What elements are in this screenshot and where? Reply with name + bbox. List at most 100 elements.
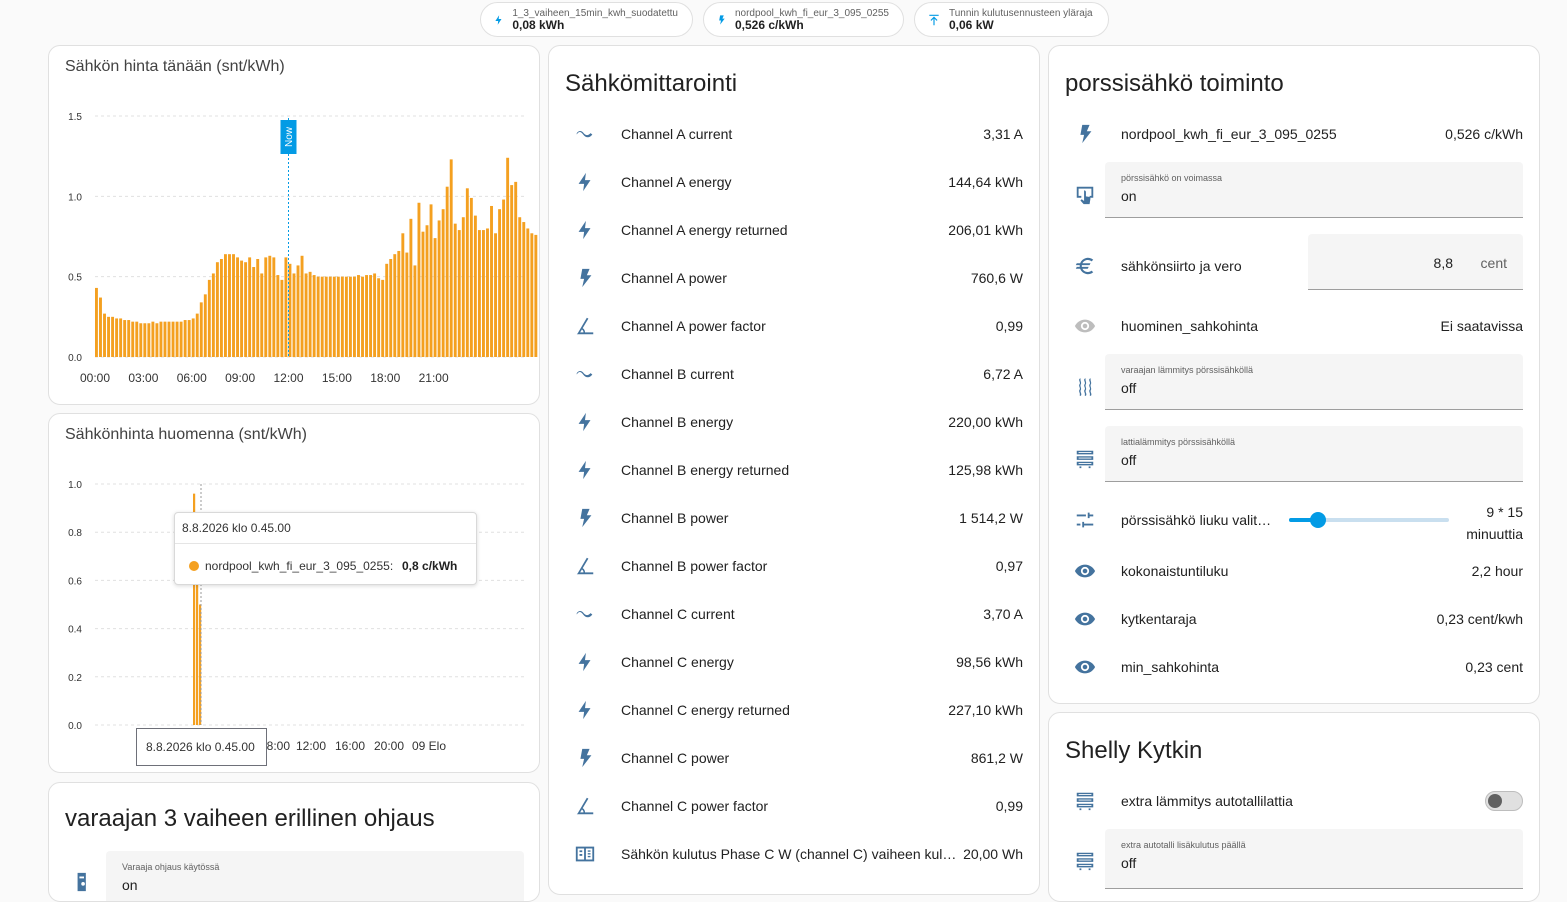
porssi-card: porssisähkö toiminto nordpool_kwh_fi_eur… [1048,45,1540,704]
entity-row-huominen[interactable]: huominen_sahkohinta Ei saatavissa [1049,302,1539,350]
price-bar [417,202,421,357]
euro-icon [1074,255,1096,277]
entity-row-kokonais[interactable]: kokonaistuntiluku 2,2 hour [1049,547,1539,595]
price-bar [409,218,413,357]
metering-row[interactable]: Channel A power 760,6 W [549,254,1039,302]
price-bar [328,276,332,357]
metering-row[interactable]: Channel C power 861,2 W [549,734,1039,782]
chip-name: 1_3_vaiheen_15min_kwh_suodatettu [512,7,678,19]
price-bar [304,273,308,357]
entity-name: pörssisähkö liuku valitsin [1121,512,1273,528]
price-bar [151,321,155,357]
chip-tunnin-kulutus[interactable]: Tunnin kulutusennusteen yläraja 0,06 kW [914,2,1109,37]
chart-today-card: Sähkön hinta tänään (snt/kWh) 0.0 0.5 1.0 1… [48,45,540,405]
varaaja-ohjaus-select[interactable]: Varaaja ohjaus käytössä on [106,851,524,901]
varaaja-card: varaajan 3 vaiheen erillinen ohjaus Vara… [48,782,540,902]
price-bar [506,157,510,357]
price-bar [195,313,199,357]
metering-row[interactable]: Sähkön kulutus Phase C W (channel C) vai… [549,830,1039,878]
metering-row-name: Channel B power factor [621,558,768,574]
metering-row-name: Channel A power [621,270,727,286]
metering-row-value: 760,6 W [970,270,1023,286]
price-bar [332,276,336,357]
entity-row-extra-lammitys[interactable]: extra lämmitys autotallilattia [1049,777,1539,825]
price-bar [280,279,284,357]
chart-today[interactable]: 0.0 0.5 1.0 1.5 00:00 03:00 06:00 09:00 12:00 15:… [49,46,540,405]
metering-row-name: Channel B power [621,510,729,526]
shelly-card: Shelly Kytkin extra lämmitys autotallila… [1048,712,1540,902]
entity-value: Ei saatavissa [1440,318,1523,334]
metering-row-value: 20,00 Wh [963,846,1023,862]
metering-row-name: Channel A current [621,126,733,142]
metering-row-value: 3,70 A [983,606,1023,622]
price-bar [405,252,409,357]
now-label: Now [284,126,295,147]
price-bar [461,217,465,357]
metering-row[interactable]: Channel B energy returned 125,98 kWh [549,446,1039,494]
price-bar [232,254,235,357]
price-bar [385,263,389,357]
metering-row[interactable]: Channel C energy returned 227,10 kWh [549,686,1039,734]
price-bar [167,321,171,357]
axis-pointer-text: 8.8.2026 klo 0.45.00 [146,740,255,754]
tooltip-title: 8.8.2026 klo 0.45.00 [182,521,291,535]
price-bar [482,230,485,357]
metering-row-name: Channel C power [621,750,730,766]
metering-row[interactable]: Channel A power factor 0,99 [549,302,1039,350]
varaaja-lammitys-select[interactable]: varaajan lämmitys pörssisähköllä off [1105,354,1523,410]
power-icon [574,747,596,769]
chart-tomorrow[interactable]: 0.00.20.40.60.81.008:00 12:00 16:00 20:00 09… [49,414,540,773]
metering-row[interactable]: Channel A current 3,31 A [549,110,1039,158]
y-tick-label: 0.8 [68,528,82,539]
porssi-voimassa-select[interactable]: pörssisähkö on voimassa on [1105,162,1523,218]
metering-row[interactable]: Channel B power 1 514,2 W [549,494,1039,542]
metering-row-name: Channel B current [621,366,734,382]
price-bar [135,321,139,357]
varaaja-title: varaajan 3 vaiheen erillinen ohjaus [65,805,435,832]
price-bar [99,297,102,357]
porssi-title: porssisähkö toiminto [1065,70,1284,97]
metering-row[interactable]: Channel C current 3,70 A [549,590,1039,638]
lisakulutus-select[interactable]: extra autotalli lisäkulutus päällä off [1105,829,1523,889]
metering-row[interactable]: Channel C power factor 0,99 [549,782,1039,830]
metering-row[interactable]: Channel B energy 220,00 kWh [549,398,1039,446]
metering-row[interactable]: Channel B power factor 0,97 [549,542,1039,590]
x-tick-label: 09:00 [225,371,255,385]
toggle-knob [1488,794,1502,808]
metering-row-name: Channel C current [621,606,735,622]
price-bar [292,273,296,357]
entity-row-min[interactable]: min_sahkohinta 0,23 cent [1049,643,1539,691]
liuku-slider-handle[interactable] [1309,512,1326,528]
angle-icon [574,795,596,817]
x-tick-label: 00:00 [80,371,110,385]
price-bar [215,262,219,357]
extra-lammitys-toggle[interactable] [1485,791,1523,811]
price-bar [127,320,131,357]
flash-icon [574,219,596,241]
liuku-slider-track[interactable] [1289,512,1449,528]
y-tick-label: 0.6 [68,576,82,587]
metering-row[interactable]: Channel A energy 144,64 kWh [549,158,1039,206]
price-bar [219,258,223,357]
price-bar [207,279,211,357]
chip-15min-kwh[interactable]: 1_3_vaiheen_15min_kwh_suodatettu 0,08 kWh [480,2,693,37]
metering-row[interactable]: Channel A energy returned 206,01 kWh [549,206,1039,254]
lattia-lammitys-select[interactable]: lattialämmitys pörssisähköllä off [1105,426,1523,482]
field-label: pörssisähkö on voimassa [1121,173,1223,183]
price-bar [312,275,316,357]
metering-row-name: Channel A energy [621,174,732,190]
angle-icon [574,315,596,337]
angle-icon [574,555,596,577]
entity-row-nordpool[interactable]: nordpool_kwh_fi_eur_3_095_0255 0,526 c/k… [1049,110,1539,158]
entity-row-kytkenta[interactable]: kytkentaraja 0,23 cent/kwh [1049,595,1539,643]
price-bar [469,197,473,357]
metering-row[interactable]: Channel B current 6,72 A [549,350,1039,398]
price-bar [534,234,538,357]
current-ac-icon [574,603,596,625]
chip-nordpool[interactable]: nordpool_kwh_fi_eur_3_095_0255 0,526 c/kW… [703,2,904,37]
metering-row[interactable]: Channel C energy 98,56 kWh [549,638,1039,686]
x-tick-label: 06:00 [177,371,207,385]
metering-row-name: Channel B energy returned [621,462,790,478]
siirto-number-input[interactable]: 8,8 cent [1308,234,1523,290]
current-ac-icon [574,123,596,145]
